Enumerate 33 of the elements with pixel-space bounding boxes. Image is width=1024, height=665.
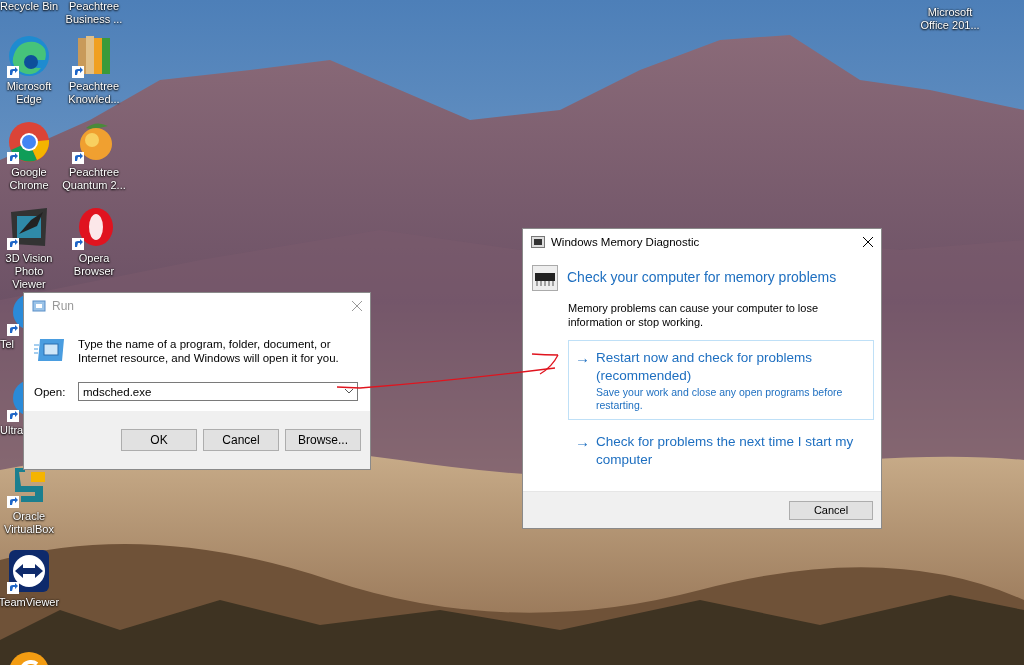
run-description: Type the name of a program, folder, document, or Internet resource, and Windows will open it for you. xyxy=(78,337,340,365)
run-icon xyxy=(34,337,66,363)
memory-chip-icon xyxy=(532,265,558,291)
chip-icon xyxy=(531,235,545,248)
open-input-field[interactable]: mdsched.exe xyxy=(78,382,358,401)
icon-label[interactable]: Google Chrome xyxy=(0,166,61,192)
window-title: Windows Memory Diagnostic xyxy=(551,235,701,248)
dialog-description: Memory problems can cause your computer to lose information or stop working. xyxy=(568,301,820,329)
icon-label[interactable]: Peachtree Quantum 2... xyxy=(62,166,126,192)
ok-button[interactable]: OK xyxy=(121,429,197,451)
cancel-button[interactable]: Cancel xyxy=(789,500,873,520)
dropdown-caret-icon[interactable] xyxy=(345,389,353,394)
option-link[interactable]: → Check for problems the next time I start my computer xyxy=(568,424,874,477)
icon-label[interactable]: Peachtree Knowled... xyxy=(62,80,126,106)
swirl-icon xyxy=(7,34,51,78)
option-link[interactable]: → Restart now and check for problems (recommended) Save your work and close any open programs before restarting. xyxy=(568,340,874,420)
icon-label[interactable]: Ultra xyxy=(0,424,24,437)
cancel-button[interactable]: Cancel xyxy=(203,429,279,451)
window-title: Run xyxy=(52,299,75,313)
close-icon[interactable] xyxy=(863,236,873,247)
open-label: Open: xyxy=(34,385,67,398)
icon-label[interactable]: Tel xyxy=(0,338,15,351)
icon-label[interactable]: Microsoft Edge xyxy=(0,80,61,106)
icon-label[interactable]: Opera Browser xyxy=(62,252,126,278)
icon-label[interactable]: Recycle Bin xyxy=(0,0,61,13)
ring-icon xyxy=(72,206,116,250)
icon-label[interactable]: Peachtree Business ... xyxy=(62,0,126,26)
run-icon xyxy=(32,300,46,312)
browse-button[interactable]: Browse... xyxy=(285,429,361,451)
ring-logo-icon xyxy=(7,120,51,164)
dialog-heading: Check your computer for memory problems xyxy=(567,269,837,285)
icon-label[interactable]: Microsoft Office 201... xyxy=(918,6,982,32)
icon-label[interactable]: 3D Vision Photo Viewer xyxy=(0,252,61,291)
